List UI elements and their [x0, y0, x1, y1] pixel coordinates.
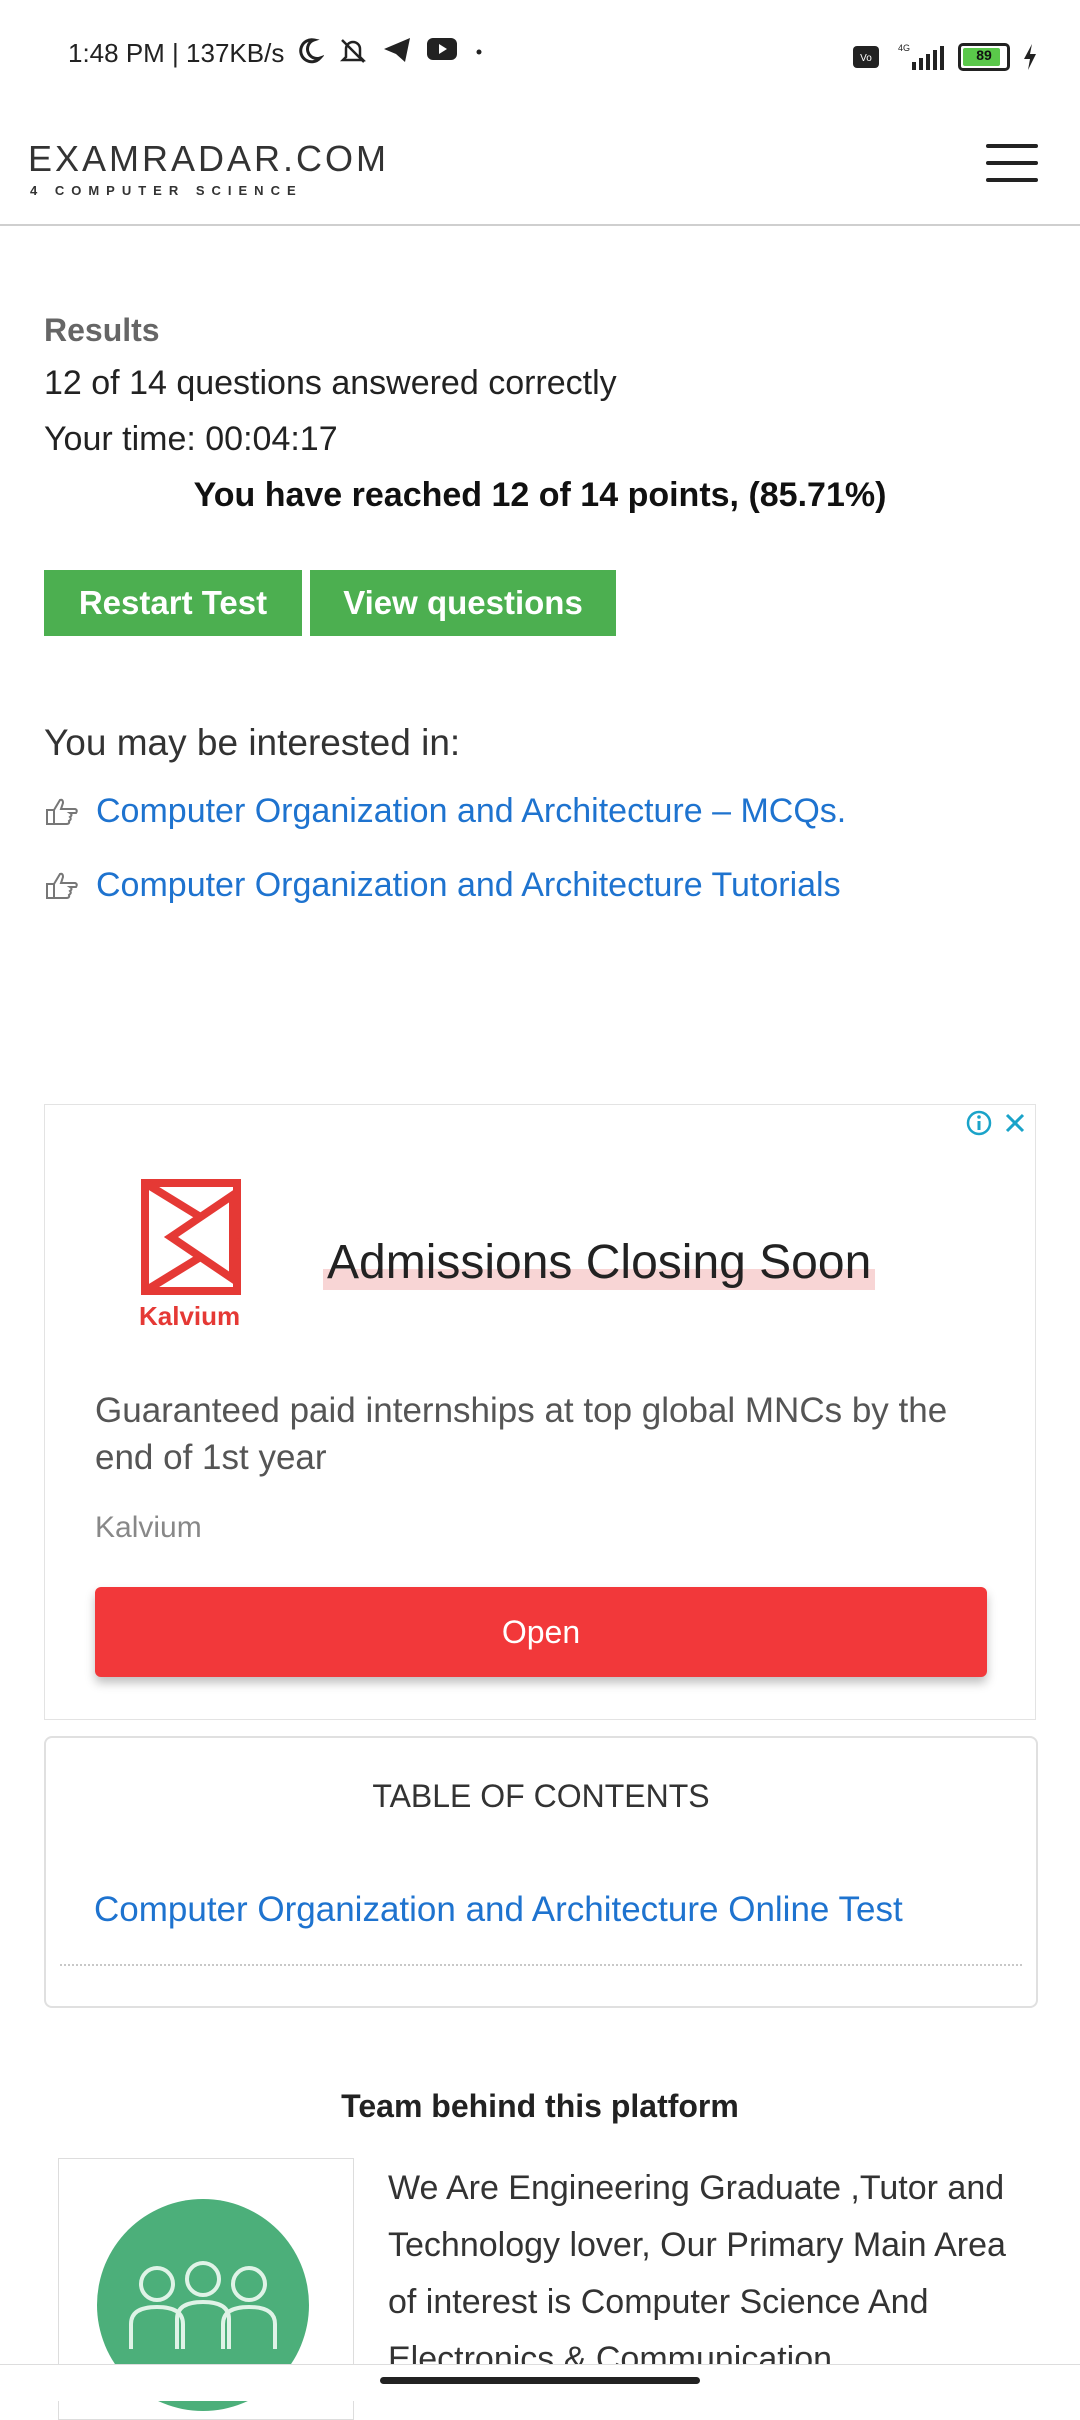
answered-count: 12 of 14 questions answered correctly — [44, 364, 617, 402]
volte-icon: Vo — [853, 46, 879, 68]
ad-controls — [965, 1109, 1027, 1137]
network-label: 4G — [898, 43, 910, 53]
ad-banner[interactable]: Kalvium Admissions Closing Soon Guarante… — [44, 1104, 1036, 1720]
interest-link-mcqs[interactable]: Computer Organization and Architecture –… — [96, 792, 846, 831]
bell-off-icon — [339, 39, 367, 63]
svg-text:Vo: Vo — [860, 53, 872, 64]
interest-heading: You may be interested in: — [44, 722, 461, 763]
status-left-icons — [296, 36, 486, 66]
table-of-contents: TABLE OF CONTENTS Computer Organization … — [44, 1736, 1038, 2008]
ad-advertiser: Kalvium — [95, 1511, 202, 1544]
restart-test-button[interactable]: Restart Test — [44, 570, 302, 636]
status-time: 1:48 PM | 137KB/s — [68, 38, 285, 68]
ad-headline[interactable]: Admissions Closing Soon — [323, 1235, 876, 1290]
hamburger-line — [986, 178, 1038, 182]
site-logo[interactable]: EXAMRADAR.COM — [28, 138, 389, 180]
ad-open-button[interactable]: Open — [95, 1587, 987, 1677]
youtube-icon — [427, 38, 457, 60]
moon-icon — [299, 38, 324, 64]
ad-description: Guaranteed paid internships at top globa… — [95, 1391, 948, 1477]
hamburger-line — [986, 161, 1038, 165]
battery-icon: 89 — [958, 43, 1010, 71]
site-tagline: 4 COMPUTER SCIENCE — [30, 183, 303, 198]
signal-icon: 4G — [898, 43, 944, 70]
team-description: We Are Engineering Graduate ,Tutor and T… — [388, 2169, 1006, 2378]
navigation-bar — [0, 2364, 1080, 2401]
dot-icon — [476, 49, 482, 55]
ad-close-icon[interactable] — [1003, 1111, 1027, 1135]
toc-link-online-test[interactable]: Computer Organization and Architecture O… — [94, 1890, 903, 1930]
home-indicator[interactable] — [380, 2377, 700, 2384]
toc-divider — [60, 1964, 1022, 1966]
points-summary: You have reached 12 of 14 points, (85.71… — [193, 476, 887, 514]
view-questions-button[interactable]: View questions — [310, 570, 616, 636]
status-bar: 1:48 PM | 137KB/s Vo 4G 89 — [0, 0, 1080, 120]
ad-info-icon[interactable] — [965, 1109, 993, 1137]
kalvium-logo — [141, 1179, 241, 1295]
interest-link-tutorials[interactable]: Computer Organization and Architecture T… — [96, 866, 841, 905]
interest-link-row: Computer Organization and Architecture T… — [44, 866, 841, 905]
site-header: EXAMRADAR.COM 4 COMPUTER SCIENCE — [0, 120, 1080, 226]
elapsed-time: Your time: 00:04:17 — [44, 420, 338, 458]
interest-link-row: Computer Organization and Architecture –… — [44, 792, 846, 831]
battery-level: 89 — [976, 47, 992, 63]
results-title: Results — [44, 312, 160, 348]
telegram-icon — [384, 38, 410, 62]
pointing-hand-icon — [46, 798, 78, 825]
hamburger-icon[interactable] — [986, 144, 1038, 182]
ad-brand: Kalvium — [139, 1301, 241, 1331]
hamburger-line — [986, 144, 1038, 148]
team-title: Team behind this platform — [341, 2088, 739, 2124]
pointing-hand-icon — [46, 872, 78, 899]
status-right-icons: Vo 4G 89 — [852, 42, 1038, 72]
toc-title: TABLE OF CONTENTS — [372, 1778, 710, 1814]
charging-icon — [1024, 44, 1036, 70]
